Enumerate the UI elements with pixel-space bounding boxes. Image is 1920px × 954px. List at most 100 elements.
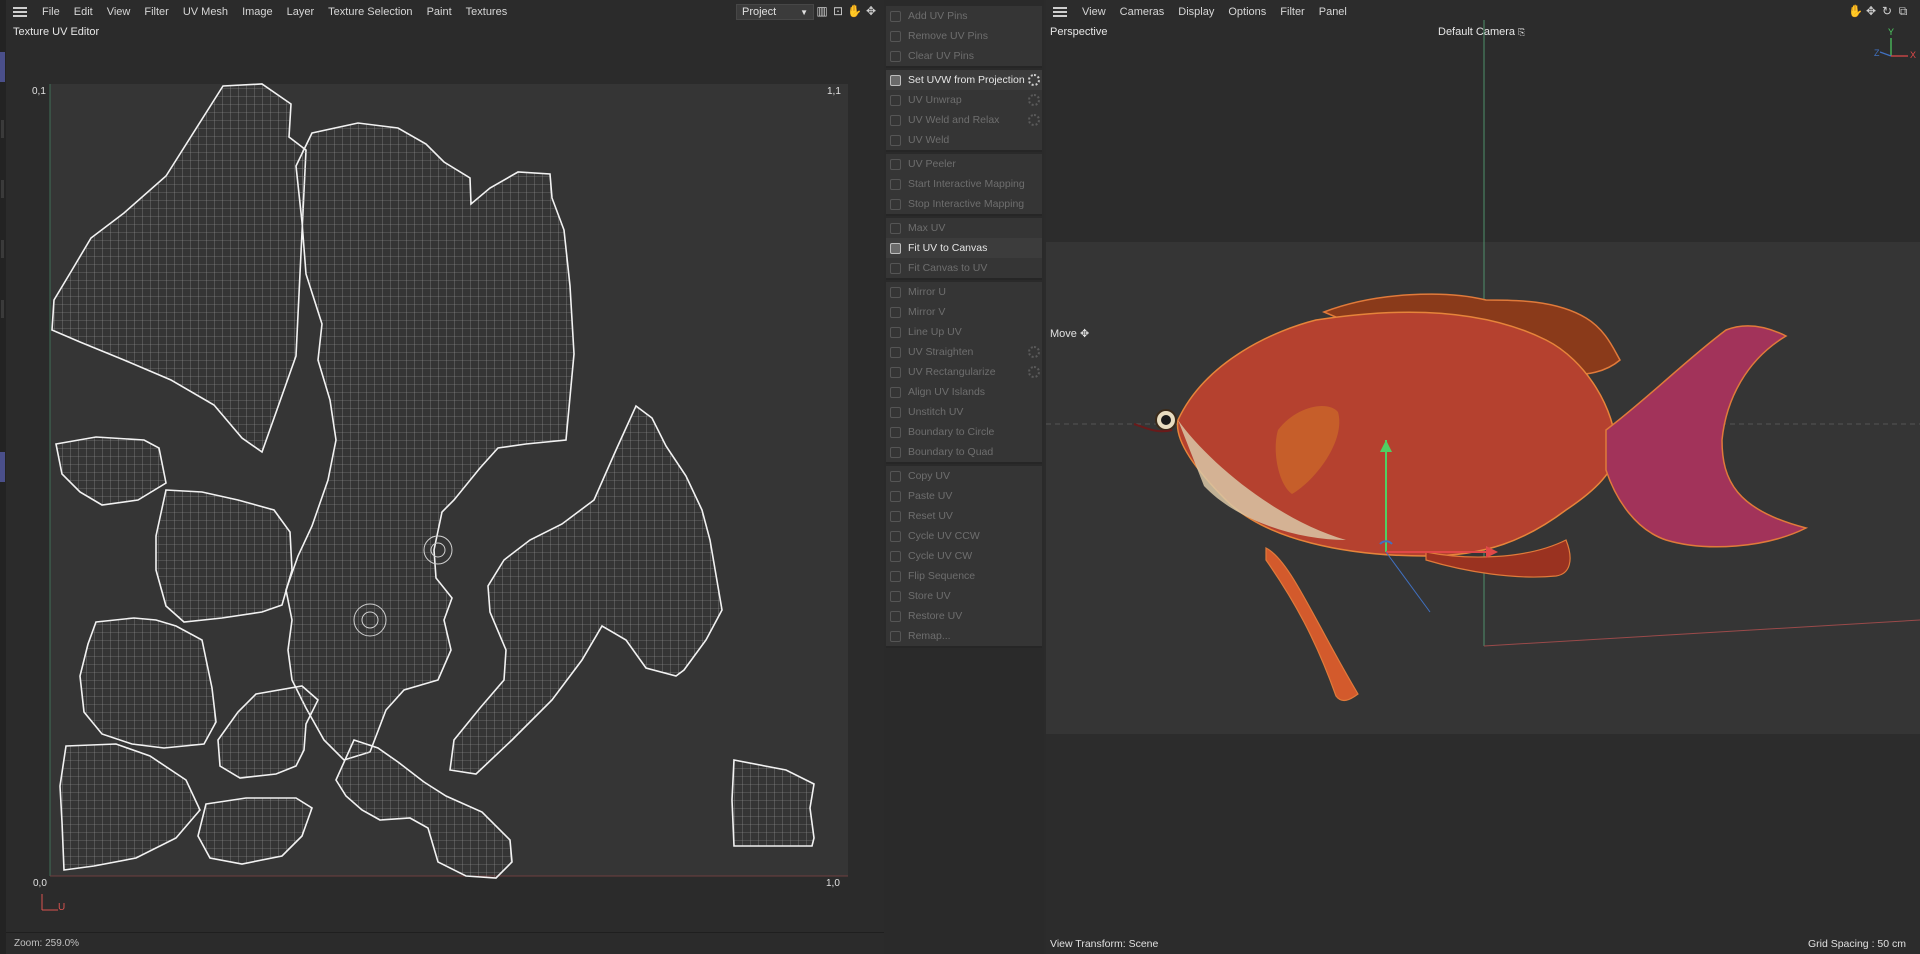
- command-item[interactable]: Stop Interactive Mapping: [886, 194, 1042, 214]
- axis-y-label: Y: [1888, 27, 1895, 37]
- command-icon: [890, 510, 901, 522]
- command-icon: [890, 446, 901, 458]
- command-label: UV Straighten: [908, 346, 974, 358]
- command-icon: [890, 198, 901, 210]
- tool-name: Move: [1050, 328, 1077, 340]
- command-item[interactable]: Add UV Pins: [886, 6, 1042, 26]
- command-item[interactable]: Reset UV: [886, 506, 1042, 526]
- gear-icon[interactable]: [1028, 366, 1040, 378]
- command-icon: [890, 470, 901, 482]
- command-group: Mirror U Mirror V Line Up UV UV Straighten U…: [886, 282, 1042, 464]
- command-label: Align UV Islands: [908, 386, 986, 398]
- command-icon: [890, 366, 901, 378]
- command-item[interactable]: Boundary to Circle: [886, 422, 1042, 442]
- command-icon: [890, 326, 901, 338]
- uv-island: [51, 83, 307, 454]
- uv-editor-pane: File Edit View Filter UV Mesh Image Laye…: [6, 0, 884, 954]
- command-item[interactable]: UV Straighten: [886, 342, 1042, 362]
- command-item[interactable]: Mirror U: [886, 282, 1042, 302]
- command-item[interactable]: Remap...: [886, 626, 1042, 646]
- uv-islands[interactable]: [51, 83, 815, 879]
- command-item[interactable]: UV Rectangularize: [886, 362, 1042, 382]
- strip-highlight[interactable]: [0, 452, 5, 482]
- gear-icon[interactable]: [1028, 346, 1040, 358]
- uv-island: [449, 404, 723, 775]
- command-item[interactable]: Remove UV Pins: [886, 26, 1042, 46]
- command-label: Boundary to Circle: [908, 426, 995, 438]
- command-item[interactable]: Mirror V: [886, 302, 1042, 322]
- axis-x-label: X: [1910, 50, 1917, 60]
- command-label: Boundary to Quad: [908, 446, 994, 458]
- command-item[interactable]: Boundary to Quad: [886, 442, 1042, 462]
- strip-tool[interactable]: [1, 240, 4, 258]
- command-label: Line Up UV: [908, 326, 962, 338]
- command-item[interactable]: Cycle UV CW: [886, 546, 1042, 566]
- command-item[interactable]: UV Peeler: [886, 154, 1042, 174]
- command-group: Max UV Fit UV to Canvas Fit Canvas to UV: [886, 218, 1042, 280]
- command-label: Reset UV: [908, 510, 953, 522]
- viewport-scene: [1046, 20, 1920, 702]
- command-icon: [890, 134, 901, 146]
- command-item[interactable]: UV Weld: [886, 130, 1042, 150]
- command-item[interactable]: Start Interactive Mapping: [886, 174, 1042, 194]
- world-x-axis: [1483, 619, 1920, 647]
- command-icon: [890, 590, 901, 602]
- command-label: Store UV: [908, 590, 951, 602]
- command-item[interactable]: Cycle UV CCW: [886, 526, 1042, 546]
- strip-highlight[interactable]: [0, 52, 5, 82]
- command-label: Set UVW from Projection: [908, 74, 1025, 86]
- command-icon: [890, 158, 901, 170]
- uv-island: [59, 743, 201, 871]
- command-icon: [890, 386, 901, 398]
- strip-tool[interactable]: [1, 180, 4, 198]
- command-label: Remove UV Pins: [908, 30, 988, 42]
- command-item[interactable]: UV Weld and Relax: [886, 110, 1042, 130]
- uv-island: [197, 797, 313, 865]
- command-icon: [890, 178, 901, 190]
- command-label: Fit Canvas to UV: [908, 262, 988, 274]
- command-icon: [890, 550, 901, 562]
- command-item[interactable]: Unstitch UV: [886, 402, 1042, 422]
- command-group: Add UV Pins Remove UV Pins Clear UV Pins: [886, 6, 1042, 68]
- command-item[interactable]: Paste UV: [886, 486, 1042, 506]
- fish-model[interactable]: [1133, 293, 1809, 702]
- command-icon: [890, 490, 901, 502]
- command-item[interactable]: Max UV: [886, 218, 1042, 238]
- gear-icon[interactable]: [1028, 94, 1040, 106]
- command-icon: [890, 222, 901, 234]
- command-icon: [890, 10, 901, 22]
- command-label: Max UV: [908, 222, 946, 234]
- gear-icon[interactable]: [1028, 114, 1040, 126]
- command-item[interactable]: Line Up UV: [886, 322, 1042, 342]
- command-icon: [890, 530, 901, 542]
- command-item[interactable]: Align UV Islands: [886, 382, 1042, 402]
- command-item[interactable]: Store UV: [886, 586, 1042, 606]
- command-item[interactable]: Restore UV: [886, 606, 1042, 626]
- strip-tool[interactable]: [1, 300, 4, 318]
- command-label: UV Weld and Relax: [908, 114, 1000, 126]
- command-item[interactable]: UV Unwrap: [886, 90, 1042, 110]
- command-icon: [890, 346, 901, 358]
- command-item[interactable]: Fit Canvas to UV: [886, 258, 1042, 278]
- command-icon: [890, 50, 901, 62]
- command-item[interactable]: Copy UV: [886, 466, 1042, 486]
- command-item[interactable]: Fit UV to Canvas: [886, 238, 1042, 258]
- strip-tool[interactable]: [1, 120, 4, 138]
- command-label: Remap...: [908, 630, 951, 642]
- view-transform-status: View Transform: Scene: [1050, 938, 1159, 950]
- uv-island: [55, 436, 167, 506]
- uv-mesh-drawing: [41, 83, 848, 911]
- command-item[interactable]: Clear UV Pins: [886, 46, 1042, 66]
- viewport-pane: View Cameras Display Options Filter Pane…: [1046, 0, 1920, 954]
- command-label: Fit UV to Canvas: [908, 242, 988, 254]
- gizmo-z-axis[interactable]: [1385, 551, 1431, 613]
- command-group: UV Peeler Start Interactive Mapping Stop I…: [886, 154, 1042, 216]
- command-label: Mirror V: [908, 306, 946, 318]
- command-label: Mirror U: [908, 286, 946, 298]
- command-label: Copy UV: [908, 470, 951, 482]
- gear-icon[interactable]: [1028, 74, 1040, 86]
- command-label: UV Rectangularize: [908, 366, 996, 378]
- command-item[interactable]: Set UVW from Projection: [886, 70, 1042, 90]
- zoom-status: Zoom: 259.0%: [14, 938, 80, 949]
- command-item[interactable]: Flip Sequence: [886, 566, 1042, 586]
